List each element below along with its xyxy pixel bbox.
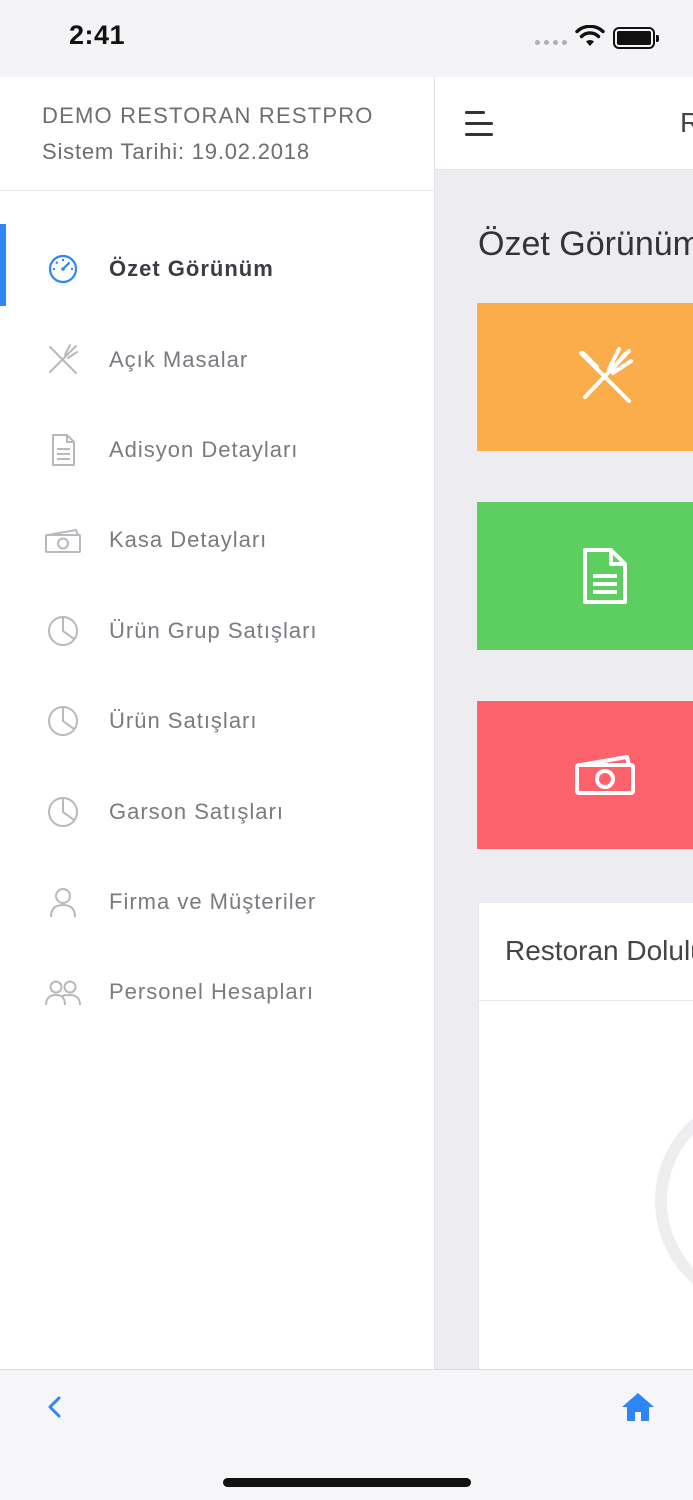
document-icon <box>52 433 75 466</box>
open-tables-tile[interactable] <box>477 303 693 451</box>
menu-item-label: Firma ve Müşteriler <box>109 888 317 914</box>
page-title: Özet Görünüm <box>478 225 693 263</box>
cellular-signal-icon <box>535 40 567 45</box>
back-chevron-icon[interactable] <box>42 1392 68 1424</box>
menu-item-open-tables[interactable]: Açık Masalar <box>0 314 435 404</box>
system-date: Sistem Tarihi: 19.02.2018 <box>42 139 310 164</box>
wifi-icon <box>575 25 605 46</box>
menu-item-label: Garson Satışları <box>109 798 284 824</box>
cash-tile[interactable] <box>477 701 693 849</box>
document-icon <box>583 548 627 604</box>
active-indicator <box>0 224 6 306</box>
cash-icon <box>45 529 81 554</box>
menu-item-staff-accounts[interactable]: Personel Hesapları <box>0 947 435 1037</box>
bottom-toolbar <box>0 1369 693 1500</box>
card-title: Restoran Doluluk <box>479 903 693 1001</box>
cash-icon <box>575 755 635 795</box>
fork-knife-icon <box>49 343 78 374</box>
home-icon[interactable] <box>620 1390 656 1424</box>
menu-item-companies-customers[interactable]: Firma ve Müşteriler <box>0 857 435 947</box>
company-name: DEMO RESTORAN RESTPRO <box>42 103 374 128</box>
pie-chart-icon <box>48 615 78 646</box>
menu-icon[interactable] <box>465 111 493 137</box>
menu-item-label: Ürün Satışları <box>109 708 258 734</box>
pie-chart-icon <box>48 796 78 827</box>
bills-tile[interactable] <box>477 502 693 650</box>
menu-item-label: Ürün Grup Satışları <box>109 617 318 643</box>
occupancy-card: Restoran Doluluk <box>478 902 693 1369</box>
menu-item-cash-details[interactable]: Kasa Detayları <box>0 495 435 585</box>
topbar-title: R <box>680 107 693 138</box>
menu-item-waiter-sales[interactable]: Garson Satışları <box>0 766 435 856</box>
battery-icon <box>613 27 659 49</box>
speedometer-icon <box>48 255 78 284</box>
menu-item-bill-details[interactable]: Adisyon Detayları <box>0 405 435 495</box>
menu-item-label: Adisyon Detayları <box>109 436 299 462</box>
occupancy-gauge <box>655 1091 693 1311</box>
menu-item-label: Açık Masalar <box>109 346 249 372</box>
drawer-menu: Özet Görünüm Açık Masalar Adisyon Detayl… <box>0 224 435 1038</box>
home-indicator <box>223 1478 471 1487</box>
main-topbar: R <box>435 77 693 170</box>
side-drawer: DEMO RESTORAN RESTPRO Sistem Tarihi: 19.… <box>0 77 435 1369</box>
main-content: R Özet Görünüm Restoran Dolul <box>435 77 693 1369</box>
menu-item-summary[interactable]: Özet Görünüm <box>0 224 435 314</box>
users-icon <box>45 980 81 1006</box>
status-time: 2:41 <box>69 20 126 50</box>
menu-item-label: Özet Görünüm <box>109 256 274 282</box>
menu-item-label: Kasa Detayları <box>109 527 268 553</box>
status-bar: 2:41 <box>0 0 693 77</box>
fork-knife-icon <box>579 347 633 403</box>
drawer-header: DEMO RESTORAN RESTPRO Sistem Tarihi: 19.… <box>0 77 434 191</box>
menu-item-product-sales[interactable]: Ürün Satışları <box>0 676 435 766</box>
menu-item-label: Personel Hesapları <box>109 979 315 1005</box>
user-icon <box>50 887 76 917</box>
pie-chart-icon <box>48 706 78 737</box>
menu-item-product-group-sales[interactable]: Ürün Grup Satışları <box>0 586 435 676</box>
